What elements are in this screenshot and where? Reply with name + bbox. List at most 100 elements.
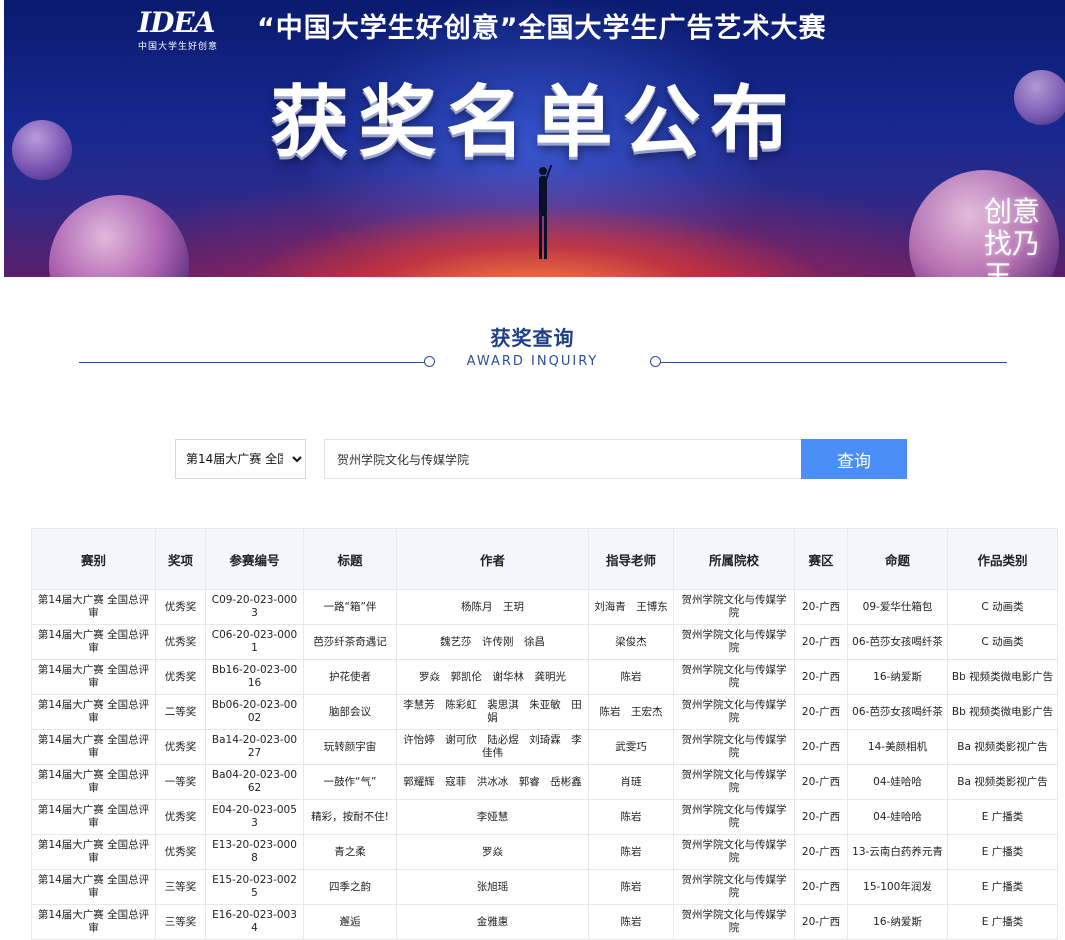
cell-category: Ba 视频类影视广告 [947,729,1058,765]
table-body: 第14届大广赛 全国总评审 优秀奖 C09-20-023-0003 一路“箱”伴 杨陈月… [31,589,1058,940]
cell-advisor: 刘海青 王博东 [588,589,674,625]
cell-award: 优秀奖 [155,589,206,625]
cell-topic: 04-娃哈哈 [847,799,948,835]
cell-entry-id: E13-20-023-0008 [205,834,304,870]
cell-category: Ba 视频类影视广告 [947,764,1058,800]
divider-dot-left [424,356,435,367]
column-header: 所属院校 [673,528,795,590]
cell-authors: 李娅慧 [396,799,589,835]
table-row: 第14届大广赛 全国总评审 一等奖 Ba04-20-023-0062 一鼓作“气” 郭耀… [31,764,1058,800]
cell-topic: 15-100年润发 [847,869,948,905]
logo-subtitle: 中国大学生好创意 [138,42,219,52]
cell-authors: 魏艺莎 许传刚 徐昌 [396,624,589,660]
cell-award: 优秀奖 [155,834,206,870]
column-header: 奖项 [155,528,206,590]
column-header: 作品类别 [947,528,1058,590]
cell-category: C 动画类 [947,624,1058,660]
cell-region: 20-广西 [794,589,848,625]
cell-authors: 李慧芳 陈彩虹 裴思淇 朱亚敏 田娟 [396,694,589,730]
cell-award: 二等奖 [155,694,206,730]
cell-title: 邂逅 [303,904,397,940]
cell-title: 精彩，按耐不住! [303,799,397,835]
column-header: 指导老师 [588,528,674,590]
divider-line-left [79,362,425,363]
cell-award: 优秀奖 [155,729,206,765]
divider-line-right [661,362,1007,363]
cell-authors: 罗焱 [396,834,589,870]
cell-topic: 06-芭莎女孩喝纤茶 [847,694,948,730]
standing-figure-icon [539,165,552,259]
cell-topic: 14-美颜相机 [847,729,948,765]
cell-authors: 金雅惠 [396,904,589,940]
cell-school: 贺州学院文化与传媒学院 [673,729,795,765]
cell-award: 三等奖 [155,869,206,905]
column-header: 赛区 [794,528,848,590]
cell-contest: 第14届大广赛 全国总评审 [31,659,156,695]
planet-decoration [49,195,189,277]
cell-school: 贺州学院文化与传媒学院 [673,904,795,940]
cell-category: E 广播类 [947,904,1058,940]
cell-topic: 06-芭莎女孩喝纤茶 [847,624,948,660]
table-header-row: 赛别 奖项 参赛编号 标题 作者 指导老师 所属院校 赛区 命题 作品类别 [31,528,1058,590]
cell-title: 青之柔 [303,834,397,870]
cell-contest: 第14届大广赛 全国总评审 [31,589,156,625]
cell-entry-id: Bb16-20-023-0016 [205,659,304,695]
cell-topic: 13-云南白药养元青 [847,834,948,870]
cell-school: 贺州学院文化与传媒学院 [673,694,795,730]
table-row: 第14届大广赛 全国总评审 优秀奖 E04-20-023-0053 精彩，按耐不住! 李… [31,799,1058,835]
logo-mark: IDEA [138,6,215,39]
cell-authors: 张旭瑶 [396,869,589,905]
cell-entry-id: Ba04-20-023-0062 [205,764,304,800]
cell-title: 一鼓作“气” [303,764,397,800]
cell-advisor: 陈岩 [588,904,674,940]
cell-contest: 第14届大广赛 全国总评审 [31,834,156,870]
column-header: 参赛编号 [205,528,304,590]
cell-school: 贺州学院文化与传媒学院 [673,589,795,625]
search-button[interactable]: 查询 [801,439,907,479]
cell-region: 20-广西 [794,624,848,660]
cell-advisor: 陈岩 [588,799,674,835]
cell-award: 三等奖 [155,904,206,940]
table-row: 第14届大广赛 全国总评审 优秀奖 Bb16-20-023-0016 护花使者 罗焱 郭… [31,659,1058,695]
banner-title: 获奖名单公布 [270,78,799,168]
column-header: 标题 [303,528,397,590]
cell-topic: 16-纳爱斯 [847,904,948,940]
cell-category: E 广播类 [947,799,1058,835]
cell-category: Bb 视频类微电影广告 [947,694,1058,730]
cell-advisor: 陈岩 [588,834,674,870]
cell-authors: 郭耀辉 寇菲 洪冰冰 郭睿 岳彬鑫 [396,764,589,800]
cell-award: 优秀奖 [155,659,206,695]
cell-school: 贺州学院文化与传媒学院 [673,764,795,800]
column-header: 命题 [847,528,948,590]
banner-slogan: 创意 找乃王 [984,196,1065,278]
cell-category: E 广播类 [947,834,1058,870]
contest-select[interactable]: 第14届大广赛 全国总评审 [175,439,306,479]
cell-title: 护花使者 [303,659,397,695]
cell-authors: 罗焱 郭凯伦 谢华林 龚明光 [396,659,589,695]
table-row: 第14届大广赛 全国总评审 优秀奖 E13-20-023-0008 青之柔 罗焱 陈岩 贺州… [31,834,1058,870]
cell-contest: 第14届大广赛 全国总评审 [31,624,156,660]
column-header: 赛别 [31,528,156,590]
header-banner: IDEA 中国大学生好创意 “中国大学生好创意”全国大学生广告艺术大赛 获奖名单… [4,0,1065,277]
cell-contest: 第14届大广赛 全国总评审 [31,729,156,765]
cell-contest: 第14届大广赛 全国总评审 [31,869,156,905]
cell-award: 优秀奖 [155,799,206,835]
table-row: 第14届大广赛 全国总评审 优秀奖 Ba14-20-023-0027 玩转颜宇宙 许怡婷… [31,729,1058,765]
cell-region: 20-广西 [794,764,848,800]
cell-contest: 第14届大广赛 全国总评审 [31,904,156,940]
table-row: 第14届大广赛 全国总评审 优秀奖 C09-20-023-0003 一路“箱”伴 杨陈月… [31,589,1058,625]
school-search-input[interactable] [324,439,802,479]
cell-school: 贺州学院文化与传媒学院 [673,624,795,660]
cell-award: 一等奖 [155,764,206,800]
section-title: 获奖查询 [490,326,575,350]
cell-topic: 16-纳爱斯 [847,659,948,695]
cell-advisor: 陈岩 [588,659,674,695]
cell-authors: 许怡婷 谢可欣 陆必煜 刘琦霖 李佳伟 [396,729,589,765]
cell-school: 贺州学院文化与传媒学院 [673,799,795,835]
divider-dot-right [650,356,661,367]
table-row: 第14届大广赛 全国总评审 优秀奖 C06-20-023-0001 芭莎纤茶奇遇记 魏艺… [31,624,1058,660]
cell-title: 脑部会议 [303,694,397,730]
table-row: 第14届大广赛 全国总评审 二等奖 Bb06-20-023-0002 脑部会议 李慧芳 … [31,694,1058,730]
cell-entry-id: Bb06-20-023-0002 [205,694,304,730]
cell-contest: 第14届大广赛 全国总评审 [31,799,156,835]
